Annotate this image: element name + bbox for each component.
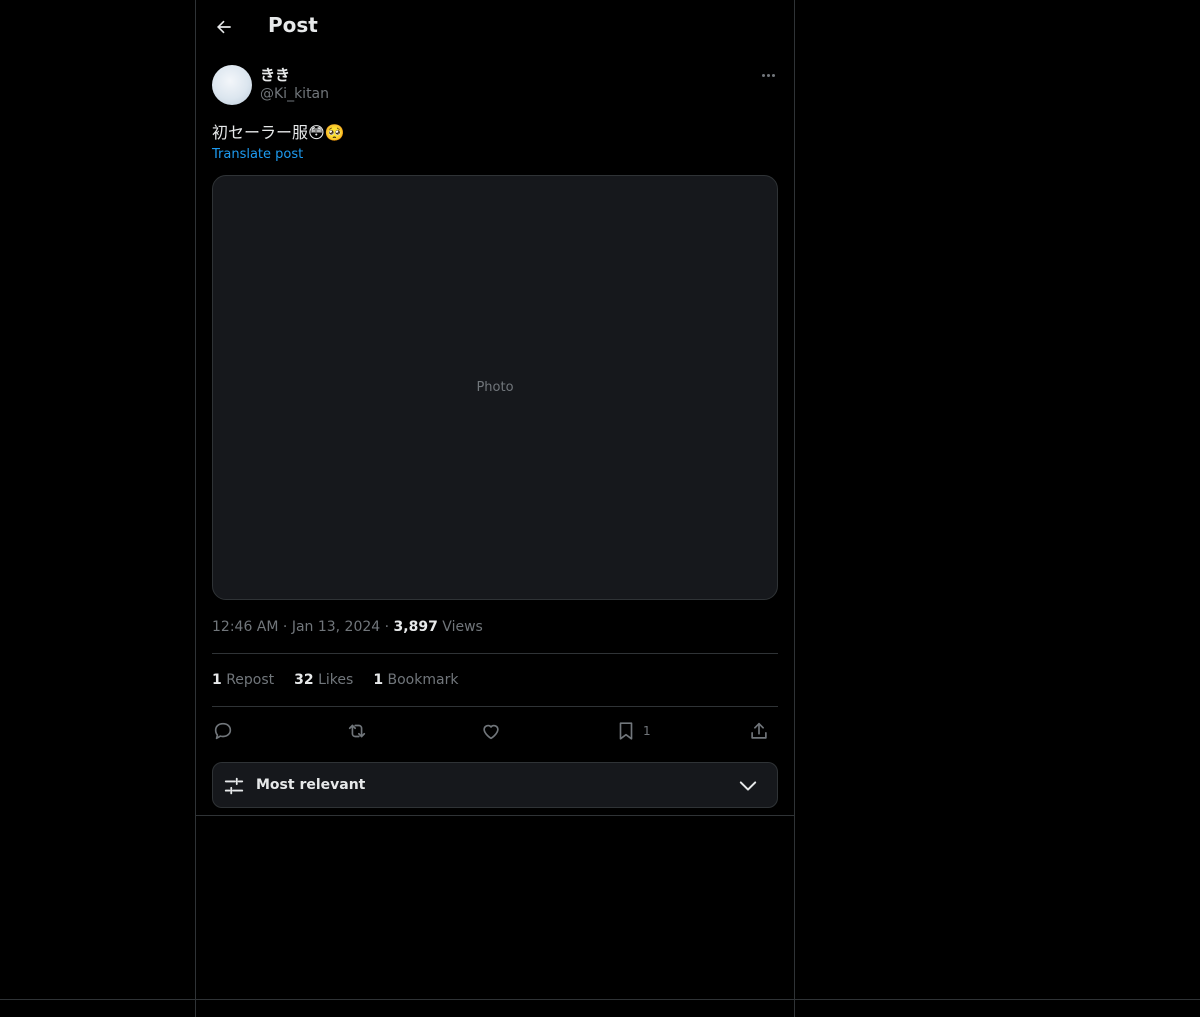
more-icon xyxy=(761,73,775,77)
repost-button[interactable] xyxy=(345,717,369,745)
like-icon xyxy=(483,724,499,740)
like-button[interactable] xyxy=(480,717,502,745)
avatar[interactable] xyxy=(212,65,252,105)
bookmarks-stat[interactable]: 1 Bookmark xyxy=(373,672,458,688)
chevron-down-icon xyxy=(739,781,757,791)
views-label: Views xyxy=(442,619,483,635)
share-icon xyxy=(751,722,767,739)
author-name[interactable]: きき xyxy=(260,64,290,85)
post-text: 初セーラー服😳🥺 xyxy=(212,123,345,142)
likes-label: Likes xyxy=(318,672,354,688)
back-arrow-icon xyxy=(217,20,231,34)
share-button[interactable] xyxy=(748,717,770,745)
post-header: Post xyxy=(196,0,794,54)
divider xyxy=(212,706,778,707)
post-media[interactable]: Photo xyxy=(212,175,778,600)
bookmarks-label: Bookmark xyxy=(387,672,459,688)
engagement-stats: 1 Repost 32 Likes 1 Bookmark xyxy=(212,672,458,688)
reposts-count: 1 xyxy=(212,672,222,688)
action-bar: 1 xyxy=(212,717,778,745)
bookmark-button[interactable]: 1 xyxy=(615,717,651,745)
likes-stat[interactable]: 32 Likes xyxy=(294,672,353,688)
reply-button[interactable] xyxy=(212,717,234,745)
reply-icon xyxy=(214,722,232,740)
post-date[interactable]: Jan 13, 2024 xyxy=(292,619,380,635)
reposts-stat[interactable]: 1 Repost xyxy=(212,672,274,688)
likes-count: 32 xyxy=(294,672,314,688)
repost-icon xyxy=(348,724,366,738)
author-handle[interactable]: @Ki_kitan xyxy=(260,86,329,102)
bookmark-icon xyxy=(619,722,633,740)
bookmark-count: 1 xyxy=(643,724,651,738)
divider xyxy=(196,815,794,816)
sort-replies-dropdown[interactable]: Most relevant xyxy=(212,762,778,808)
post-meta: 12:46 AM · Jan 13, 2024 · 3,897 Views xyxy=(212,619,483,635)
back-button[interactable] xyxy=(210,13,238,41)
page-title: Post xyxy=(268,13,318,37)
post-column: Post きき @Ki_kitan 初セーラー服😳🥺 Translate pos… xyxy=(195,0,795,1017)
divider xyxy=(212,653,778,654)
reposts-label: Repost xyxy=(226,672,275,688)
bottom-border xyxy=(0,999,1200,1000)
media-label: Photo xyxy=(476,380,514,395)
post-time[interactable]: 12:46 AM xyxy=(212,619,278,635)
views-count: 3,897 xyxy=(393,619,438,635)
more-button[interactable] xyxy=(756,65,780,85)
sort-label: Most relevant xyxy=(256,777,366,793)
bookmarks-count: 1 xyxy=(373,672,384,688)
sliders-icon xyxy=(224,777,244,795)
translate-link[interactable]: Translate post xyxy=(212,147,303,162)
